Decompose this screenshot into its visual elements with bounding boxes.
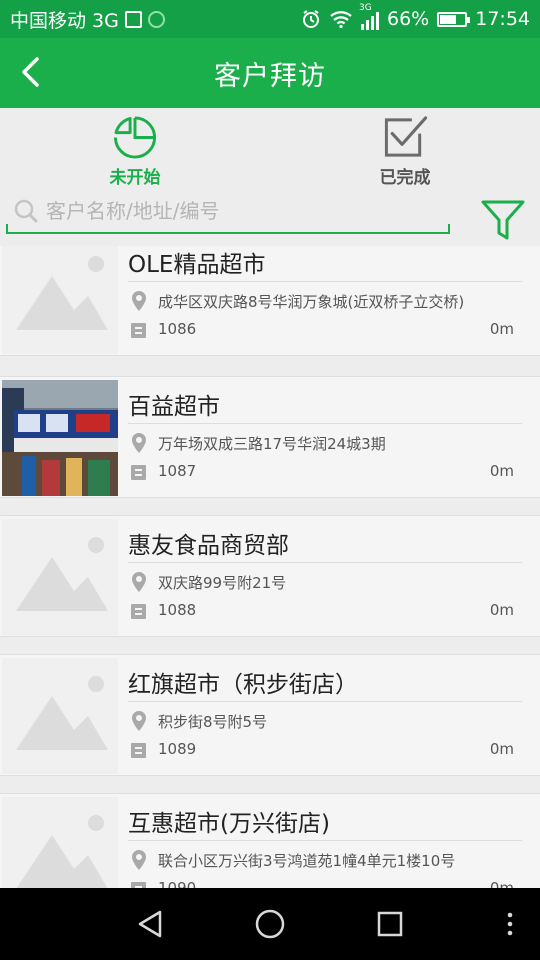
recents-icon <box>377 911 403 937</box>
customer-card[interactable]: 惠友食品商贸部 双庆路99号附21号 1088 0m <box>0 515 540 637</box>
tab-completed-label: 已完成 <box>379 168 431 188</box>
customer-address: 联合小区万兴街3号鸿道苑1幢4单元1楼10号 <box>158 852 456 870</box>
signal-bar <box>366 20 369 30</box>
divider <box>128 701 522 702</box>
image-placeholder-icon <box>2 797 118 888</box>
customer-address: 双庆路99号附21号 <box>158 574 287 592</box>
wifi-icon <box>330 11 352 29</box>
battery-percent: 66% <box>387 8 430 30</box>
system-nav-bar <box>0 888 540 960</box>
nav-menu-button[interactable] <box>490 906 530 942</box>
customer-card[interactable]: 百益超市 万年场双成三路17号华润24城3期 1087 0m <box>0 376 540 498</box>
customer-code: 1087 <box>158 462 197 480</box>
customer-name: 百益超市 <box>128 394 220 420</box>
list-icon <box>131 604 146 619</box>
divider <box>128 281 522 282</box>
customer-name: OLE精品超市 <box>128 252 266 278</box>
status-left: 中国移动 3G <box>10 6 301 33</box>
battery-icon <box>437 11 471 27</box>
list-icon <box>131 323 146 338</box>
filter-button[interactable] <box>480 198 526 244</box>
list-icon <box>131 465 146 480</box>
status-bar: 中国移动 3G 3G 66% 17:54 <box>0 0 540 38</box>
divider <box>128 840 522 841</box>
customer-code: 1088 <box>158 601 197 619</box>
customer-card[interactable]: 红旗超市（积步街店） 积步街8号附5号 1089 0m <box>0 654 540 776</box>
store-photo <box>2 380 118 496</box>
customer-address: 积步街8号附5号 <box>158 713 268 731</box>
customer-address: 成华区双庆路8号华润万象城(近双桥子立交桥) <box>158 293 465 311</box>
location-pin-icon <box>132 433 146 453</box>
location-pin-icon <box>132 711 146 731</box>
image-notification-icon <box>124 10 142 28</box>
search-icon <box>6 198 46 224</box>
customer-card[interactable]: OLE精品超市 成华区双庆路8号华润万象城(近双桥子立交桥) 1086 0m <box>0 246 540 356</box>
menu-icon <box>507 912 513 936</box>
status-right: 3G 66% 17:54 <box>301 3 530 30</box>
nav-home-button[interactable] <box>250 906 290 942</box>
customer-code: 1090 <box>158 879 197 888</box>
customer-code: 1089 <box>158 740 197 758</box>
status-tabs: 未开始 已完成 <box>0 108 540 188</box>
image-placeholder-icon <box>2 519 118 635</box>
customer-code: 1086 <box>158 320 197 338</box>
location-pin-icon <box>132 850 146 870</box>
filter-icon <box>481 200 525 240</box>
tab-not-started[interactable]: 未开始 <box>0 108 270 188</box>
signal-bar <box>376 12 379 30</box>
signal-bar <box>371 16 374 30</box>
page-title: 客户拜访 <box>214 60 326 92</box>
customer-list: OLE精品超市 成华区双庆路8号华润万象城(近双桥子立交桥) 1086 0m 百… <box>0 246 540 888</box>
home-icon <box>255 909 285 939</box>
tab-completed[interactable]: 已完成 <box>270 108 540 188</box>
customer-address: 万年场双成三路17号华润24城3期 <box>158 435 386 453</box>
list-icon <box>131 743 146 758</box>
image-placeholder-icon <box>2 246 118 354</box>
alarm-icon <box>303 10 319 28</box>
customer-name: 互惠超市(万兴街店) <box>128 811 330 837</box>
divider <box>128 562 522 563</box>
image-placeholder-icon <box>2 658 118 774</box>
search-bar <box>6 190 450 234</box>
customer-distance: 0m <box>489 601 514 619</box>
customer-card[interactable]: 互惠超市(万兴街店) 联合小区万兴街3号鸿道苑1幢4单元1楼10号 1090 0… <box>0 793 540 888</box>
clock: 17:54 <box>475 8 530 30</box>
back-button[interactable] <box>12 54 48 90</box>
customer-distance: 0m <box>489 462 514 480</box>
pie-clock-icon <box>113 116 157 159</box>
location-pin-icon <box>132 291 146 311</box>
checkbox-icon <box>384 116 428 157</box>
tab-not-started-label: 未开始 <box>109 168 161 188</box>
customer-name: 红旗超市（积步街店） <box>128 672 358 698</box>
signal-indicator: 3G <box>359 3 379 30</box>
customer-distance: 0m <box>489 879 514 888</box>
back-arrow-icon <box>22 57 39 87</box>
battery-fill <box>440 14 457 24</box>
back-icon <box>138 910 162 938</box>
customer-distance: 0m <box>489 320 514 338</box>
customer-name: 惠友食品商贸部 <box>128 533 289 559</box>
nav-recents-button[interactable] <box>370 906 410 942</box>
network-type-label: 3G <box>359 3 372 13</box>
customer-distance: 0m <box>489 740 514 758</box>
location-pin-icon <box>132 572 146 592</box>
nav-back-button[interactable] <box>130 906 170 942</box>
account-notification-icon <box>147 10 165 28</box>
carrier-label: 中国移动 3G <box>10 9 119 32</box>
title-bar: 客户拜访 <box>0 38 540 108</box>
signal-bar <box>361 24 364 30</box>
divider <box>128 423 522 424</box>
search-input[interactable] <box>46 199 426 223</box>
